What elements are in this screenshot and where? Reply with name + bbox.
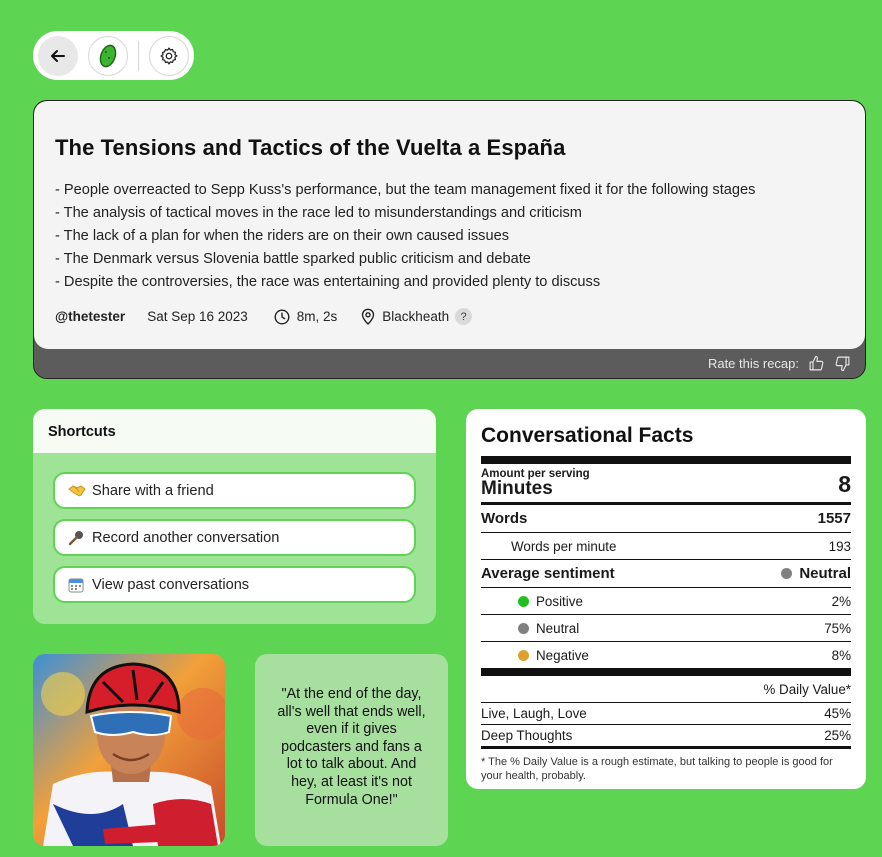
wpm-value: 193 bbox=[828, 538, 851, 554]
positive-dot-icon bbox=[518, 595, 529, 607]
shortcuts-panel: Shortcuts Share with a friend Record ano… bbox=[33, 409, 436, 624]
wpm-label: Words per minute bbox=[511, 538, 617, 554]
positive-value: 2% bbox=[831, 593, 851, 609]
facts-divider bbox=[481, 746, 851, 749]
recap-bullet: - People overreacted to Sepp Kuss's perf… bbox=[55, 182, 756, 198]
neutral-value: 75% bbox=[824, 620, 851, 636]
dv-label: Live, Laugh, Love bbox=[481, 706, 587, 721]
serving-unit: Minutes bbox=[481, 478, 553, 499]
neutral-dot-icon bbox=[518, 622, 529, 634]
wpm-row: Words per minute 193 bbox=[481, 533, 851, 559]
serving-row: Minutes 8 bbox=[481, 471, 851, 500]
negative-dot-icon bbox=[518, 649, 529, 661]
thumbs-down-icon bbox=[835, 356, 850, 372]
clock-icon bbox=[274, 308, 290, 325]
words-label: Words bbox=[481, 510, 528, 527]
facts-footnote: * The % Daily Value is a rough estimate,… bbox=[481, 756, 833, 782]
neutral-label-wrap: Neutral bbox=[518, 621, 579, 636]
record-conversation-button[interactable]: Record another conversation bbox=[53, 519, 416, 556]
recap-card: The Tensions and Tactics of the Vuelta a… bbox=[33, 100, 866, 379]
sentiment-value: Neutral bbox=[781, 565, 851, 582]
neutral-dot-icon bbox=[781, 568, 793, 579]
settings-button[interactable] bbox=[149, 35, 189, 76]
arrow-left-icon bbox=[51, 49, 65, 62]
recap-meta: @thetester Sat Sep 16 2023 8m, 2s Blackh… bbox=[55, 308, 845, 325]
recap-bullets: - People overreacted to Sepp Kuss's perf… bbox=[55, 179, 845, 294]
recap-duration-value: 8m, 2s bbox=[296, 309, 338, 324]
sentiment-row: Average sentiment Neutral bbox=[481, 560, 851, 587]
recap-image bbox=[33, 654, 225, 846]
facts-divider bbox=[481, 456, 851, 464]
recap-bullet: - Despite the controversies, the race wa… bbox=[55, 274, 601, 290]
gear-icon bbox=[160, 46, 178, 65]
conversational-facts-panel: Conversational Facts Amount per serving … bbox=[466, 409, 866, 789]
handshake-icon bbox=[68, 483, 88, 499]
recap-body: The Tensions and Tactics of the Vuelta a… bbox=[34, 101, 865, 349]
thumbs-up-icon bbox=[809, 355, 824, 371]
serving-value: 8 bbox=[838, 470, 851, 497]
rate-bar: Rate this recap: bbox=[34, 349, 865, 378]
recap-date: Sat Sep 16 2023 bbox=[147, 309, 248, 324]
view-past-conversations-label: View past conversations bbox=[92, 576, 250, 593]
facts-title: Conversational Facts bbox=[481, 424, 694, 447]
map-pin-icon bbox=[362, 308, 375, 325]
daily-value-header: % Daily Value* bbox=[481, 676, 851, 702]
quote-text: "At the end of the day, all's well that … bbox=[277, 686, 426, 808]
dv-label: Deep Thoughts bbox=[481, 728, 573, 743]
negative-label-wrap: Negative bbox=[518, 648, 589, 663]
recap-bullet: - The analysis of tactical moves in the … bbox=[55, 205, 582, 221]
back-button[interactable] bbox=[38, 35, 78, 76]
dv-value: 45% bbox=[824, 706, 851, 721]
sentiment-negative-row: Negative 8% bbox=[481, 642, 851, 668]
recap-user[interactable]: @thetester bbox=[55, 309, 125, 324]
share-with-friend-button[interactable]: Share with a friend bbox=[53, 472, 416, 509]
location-help-badge[interactable]: ? bbox=[455, 308, 473, 325]
sentiment-value-text: Neutral bbox=[799, 565, 851, 582]
daily-value-label: % Daily Value* bbox=[763, 681, 851, 697]
dv-value: 25% bbox=[824, 728, 851, 743]
thumbs-up-button[interactable] bbox=[808, 355, 825, 372]
recap-bullet: - The Denmark versus Slovenia battle spa… bbox=[55, 251, 531, 267]
facts-divider bbox=[481, 668, 851, 676]
negative-value: 8% bbox=[831, 647, 851, 663]
toolbar-divider bbox=[138, 40, 139, 71]
shortcuts-title: Shortcuts bbox=[33, 409, 436, 453]
recap-location: Blackheath ? bbox=[361, 308, 473, 325]
microphone-icon bbox=[68, 530, 88, 546]
dv-row: Live, Laugh, Love 45% bbox=[481, 703, 851, 724]
view-past-conversations-button[interactable]: View past conversations bbox=[53, 566, 416, 603]
words-row: Words 1557 bbox=[481, 505, 851, 532]
positive-label: Positive bbox=[536, 593, 583, 609]
rate-label: Rate this recap: bbox=[707, 356, 799, 371]
calendar-icon bbox=[68, 577, 88, 593]
recap-bullet: - The lack of a plan for when the riders… bbox=[55, 228, 510, 244]
quote-card: "At the end of the day, all's well that … bbox=[255, 654, 448, 846]
neutral-label: Neutral bbox=[536, 620, 580, 636]
negative-label: Negative bbox=[536, 647, 589, 663]
positive-label-wrap: Positive bbox=[518, 594, 583, 609]
dv-row: Deep Thoughts 25% bbox=[481, 725, 851, 746]
recap-location-value: Blackheath bbox=[382, 309, 450, 324]
thumbs-down-button[interactable] bbox=[834, 355, 851, 372]
pickle-logo-icon bbox=[99, 44, 117, 67]
recap-title: The Tensions and Tactics of the Vuelta a… bbox=[55, 135, 566, 160]
logo-button[interactable] bbox=[88, 35, 128, 76]
recap-duration: 8m, 2s bbox=[274, 308, 338, 325]
share-with-friend-label: Share with a friend bbox=[92, 482, 214, 499]
sentiment-neutral-row: Neutral 75% bbox=[481, 615, 851, 641]
sentiment-positive-row: Positive 2% bbox=[481, 588, 851, 614]
top-toolbar bbox=[33, 31, 194, 80]
sentiment-label: Average sentiment bbox=[481, 565, 615, 582]
words-value: 1557 bbox=[817, 510, 851, 527]
record-conversation-label: Record another conversation bbox=[92, 529, 280, 546]
